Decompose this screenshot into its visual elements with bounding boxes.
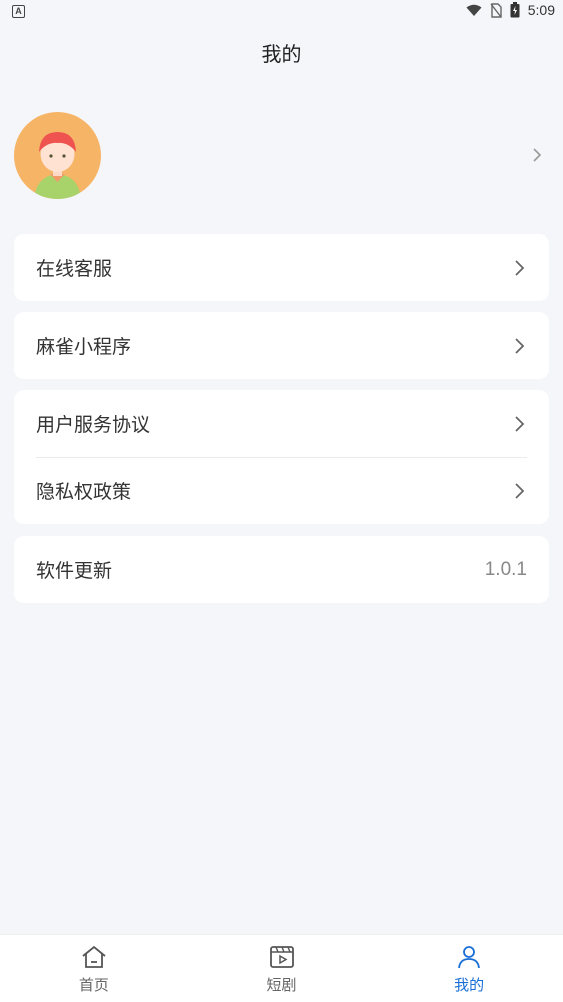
card-mini-program: 麻雀小程序 bbox=[14, 312, 549, 379]
status-bar: A 5:09 bbox=[0, 0, 563, 24]
menu-item-label: 隐私权政策 bbox=[36, 481, 132, 503]
bottom-tab-bar: 首页 短剧 我的 bbox=[0, 934, 563, 1002]
wifi-icon bbox=[466, 4, 482, 16]
no-sim-icon bbox=[490, 2, 502, 18]
menu-item-label: 在线客服 bbox=[36, 258, 113, 280]
chevron-right-icon bbox=[515, 482, 525, 499]
tab-mine[interactable]: 我的 bbox=[375, 935, 563, 1002]
menu-item-customer-service[interactable]: 在线客服 bbox=[14, 234, 549, 301]
menu-item-label: 用户服务协议 bbox=[36, 414, 151, 436]
notification-icon: A bbox=[12, 5, 25, 18]
avatar-icon bbox=[34, 132, 81, 199]
menu-item-label: 软件更新 bbox=[36, 560, 113, 582]
tab-label: 我的 bbox=[454, 976, 485, 994]
battery-icon bbox=[510, 2, 520, 18]
user-icon bbox=[458, 946, 481, 969]
menu-item-mini-program[interactable]: 麻雀小程序 bbox=[14, 312, 549, 379]
status-icons: 5:09 bbox=[466, 2, 555, 18]
chevron-right-icon bbox=[515, 337, 525, 354]
tab-home[interactable]: 首页 bbox=[0, 935, 188, 1002]
card-software-update: 软件更新 1.0.1 bbox=[14, 536, 549, 603]
menu-item-label: 麻雀小程序 bbox=[36, 336, 132, 358]
video-icon bbox=[269, 946, 294, 968]
menu-item-privacy-policy[interactable]: 隐私权政策 bbox=[14, 457, 549, 524]
chevron-right-icon bbox=[515, 415, 525, 432]
home-icon bbox=[82, 945, 106, 968]
avatar[interactable] bbox=[14, 112, 101, 199]
user-name-blurred bbox=[114, 117, 214, 197]
tab-short-drama[interactable]: 短剧 bbox=[188, 935, 376, 1002]
status-time: 5:09 bbox=[527, 2, 555, 18]
chevron-right-icon bbox=[515, 259, 525, 276]
tab-label: 短剧 bbox=[266, 976, 297, 994]
chevron-right-icon bbox=[533, 148, 542, 162]
card-legal: 用户服务协议 隐私权政策 bbox=[14, 390, 549, 524]
version-value: 1.0.1 bbox=[484, 558, 527, 580]
menu-item-user-agreement[interactable]: 用户服务协议 bbox=[14, 390, 549, 457]
profile-header[interactable] bbox=[0, 105, 563, 205]
page-title: 我的 bbox=[261, 42, 302, 66]
menu-item-software-update[interactable]: 软件更新 1.0.1 bbox=[14, 536, 549, 603]
tab-label: 首页 bbox=[78, 976, 109, 994]
card-customer-service: 在线客服 bbox=[14, 234, 549, 301]
